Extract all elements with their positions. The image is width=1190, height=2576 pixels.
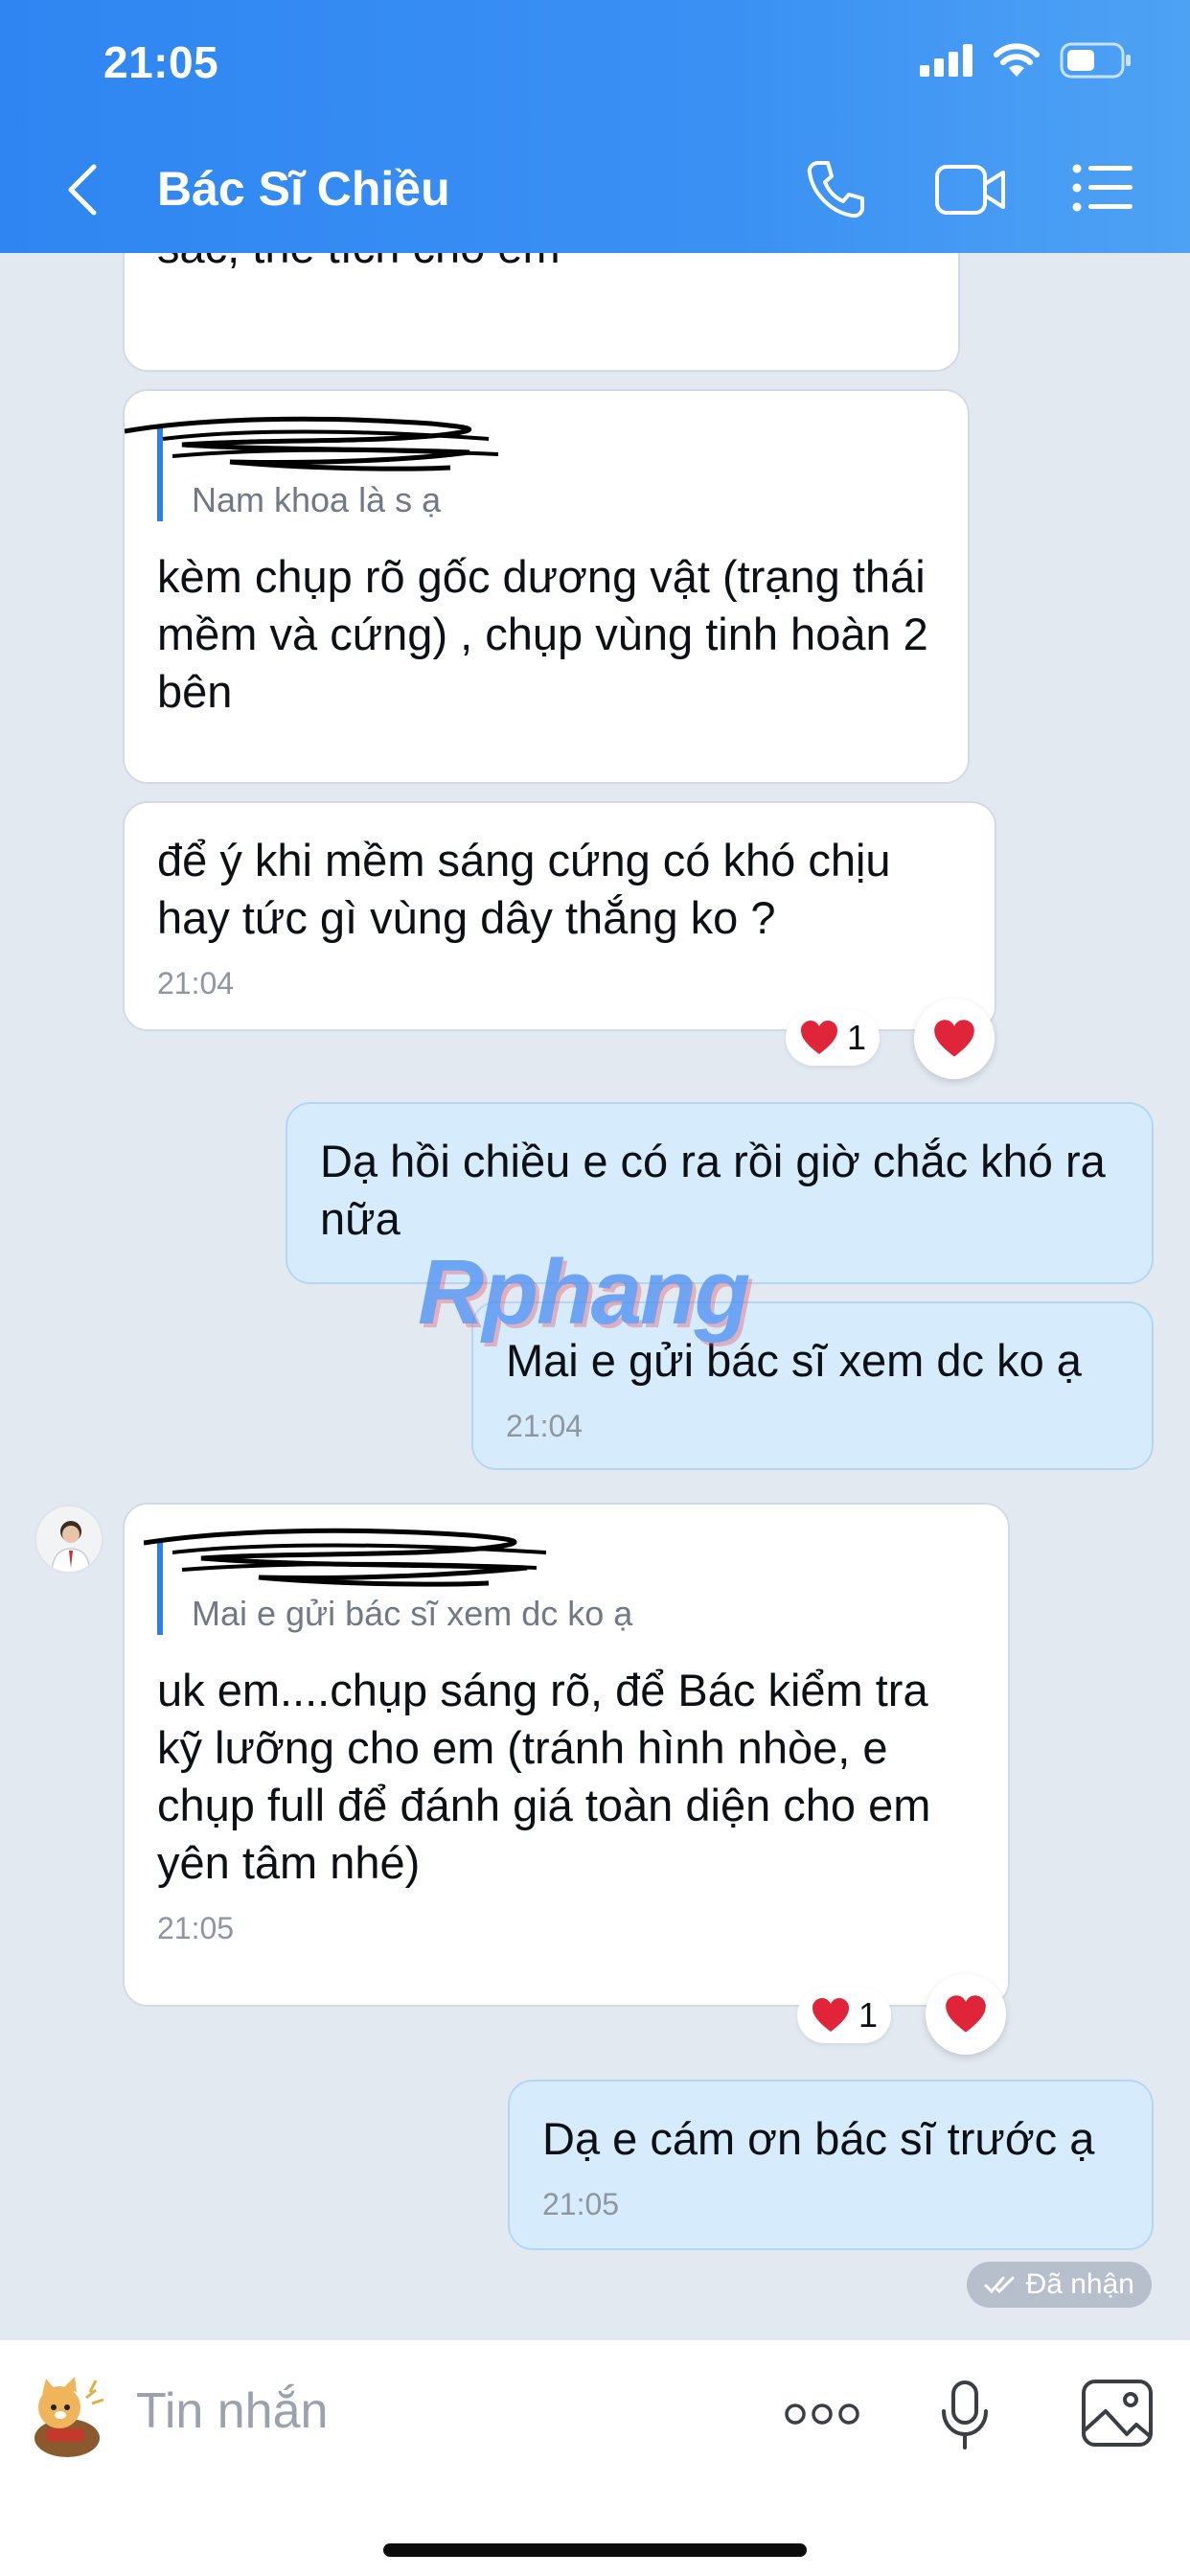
message-time: 21:04 [506, 1409, 584, 1443]
reaction-summary[interactable]: 1 [797, 1988, 892, 2043]
heart-icon [946, 1995, 986, 2033]
more-icon[interactable] [784, 2400, 860, 2428]
delivered-label: Đã nhận [1025, 2268, 1134, 2300]
message-outgoing[interactable]: Dạ e cám ơn bác sĩ trước ạ 21:05 [508, 2080, 1154, 2250]
message-text: để ý khi mềm sáng cứng có khó chịu hay t… [157, 835, 891, 943]
watermark-logo: Rphang [418, 1241, 750, 1344]
redaction-scribble [125, 416, 499, 472]
video-icon[interactable] [934, 163, 1007, 217]
heart-icon [934, 1020, 974, 1057]
reaction-count: 1 [847, 1018, 867, 1057]
double-check-icon [984, 2276, 1015, 2294]
message-incoming[interactable]: lòng bàn tay để Bác đánh giá màu sắc, th… [123, 253, 960, 372]
home-indicator [383, 2543, 807, 2557]
back-icon[interactable] [59, 161, 107, 218]
message-incoming[interactable]: để ý khi mềm sáng cứng có khó chịu hay t… [123, 801, 996, 1031]
reply-quote[interactable]: Mai e gửi bác sĩ xem dc ko ạ [144, 1528, 975, 1635]
phone-icon[interactable] [805, 157, 868, 220]
wifi-icon [994, 43, 1040, 77]
message-incoming[interactable]: Nam khoa là s ạ kèm chụp rõ gốc dương vậ… [123, 389, 970, 784]
reaction-summary[interactable]: 1 [786, 1010, 881, 1066]
message-text: Dạ e cám ơn bác sĩ trước ạ [542, 2113, 1095, 2164]
redaction-scribble [144, 1528, 547, 1587]
message-time: 21:05 [157, 1911, 235, 1945]
quote-author-redacted [144, 1528, 975, 1593]
heart-icon [812, 1998, 849, 2032]
image-icon[interactable] [1081, 2379, 1154, 2448]
react-button[interactable] [914, 999, 995, 1079]
message-text: Dạ hồi chiều e có ra rồi giờ chắc khó ra… [320, 1136, 1106, 1244]
chat-header: 21:05 Bác Sĩ Chiều [0, 0, 1190, 253]
delivered-status-badge: Đã nhận [966, 2262, 1152, 2308]
sticker-icon[interactable] [19, 2369, 115, 2465]
message-composer: Tin nhắn [0, 2340, 1190, 2576]
message-text: uk em....chụp sáng rõ, để Bác kiểm tra k… [157, 1665, 931, 1888]
reaction-count: 1 [858, 1995, 879, 2035]
avatar[interactable] [34, 1505, 103, 1574]
message-incoming[interactable]: Mai e gửi bác sĩ xem dc ko ạ uk em....ch… [123, 1503, 1010, 2007]
react-button[interactable] [926, 1974, 1006, 2055]
doctor-avatar-icon [51, 1521, 91, 1572]
quote-author-redacted [125, 416, 935, 479]
message-time: 21:04 [157, 966, 235, 1000]
message-time: 21:05 [542, 2187, 620, 2221]
message-input[interactable]: Tin nhắn [136, 2382, 328, 2440]
status-icons [920, 42, 1133, 79]
menu-list-icon[interactable] [1071, 163, 1134, 213]
mic-icon[interactable] [939, 2379, 991, 2451]
message-list[interactable]: lòng bàn tay để Bác đánh giá màu sắc, th… [0, 253, 1190, 2340]
reply-quote[interactable]: Nam khoa là s ạ [125, 416, 935, 521]
status-time: 21:05 [103, 37, 219, 87]
heart-icon [801, 1021, 837, 1054]
battery-icon [1060, 42, 1131, 79]
message-text: lòng bàn tay để Bác đánh giá màu sắc, th… [157, 253, 926, 276]
message-text: kèm chụp rõ gốc dương vật (trạng thái mề… [157, 551, 928, 717]
chat-title[interactable]: Bác Sĩ Chiều [157, 161, 450, 217]
signal-icon [920, 44, 973, 77]
